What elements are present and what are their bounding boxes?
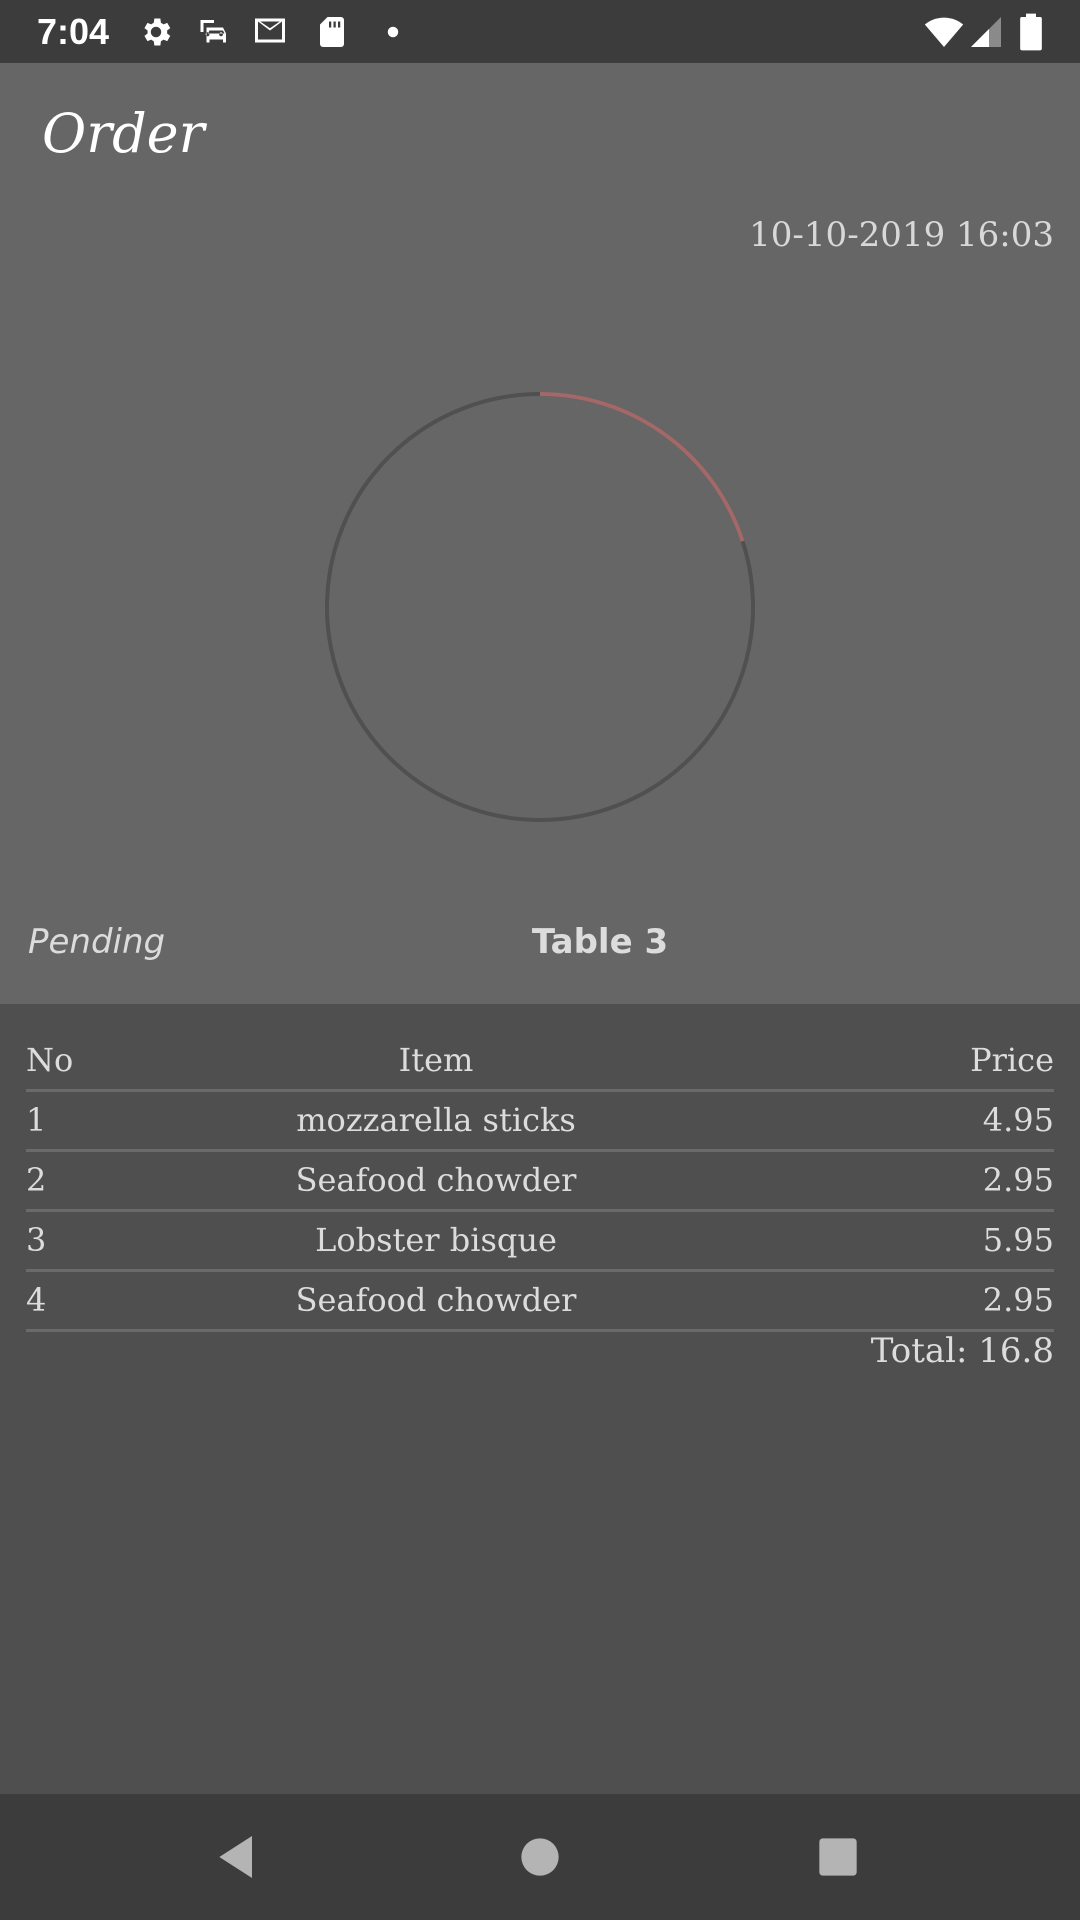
row-price: 2.95 (982, 1281, 1054, 1319)
row-price: 4.95 (982, 1101, 1054, 1139)
home-icon[interactable] (512, 1829, 568, 1885)
battery-icon (1018, 12, 1044, 52)
row-item: Seafood chowder (295, 1161, 577, 1199)
row-price: 2.95 (982, 1161, 1054, 1199)
table-row[interactable]: 4 Seafood chowder 2.95 (26, 1272, 1054, 1332)
table-number: Table 3 (531, 922, 669, 962)
row-item: Seafood chowder (295, 1281, 577, 1319)
column-header-item: Item (398, 1041, 474, 1079)
progress-ring-track (325, 392, 755, 822)
recents-icon[interactable] (810, 1829, 866, 1885)
table-row[interactable]: 3 Lobster bisque 5.95 (26, 1212, 1054, 1272)
status-time: 7:04 (37, 11, 110, 52)
signal-icon (968, 12, 1004, 52)
page-title: Order (42, 102, 205, 165)
order-datetime: 10-10-2019 16:03 (749, 215, 1054, 255)
row-item: Lobster bisque (315, 1221, 557, 1259)
mail-icon (252, 14, 288, 50)
wifi-icon (922, 12, 966, 52)
back-icon[interactable] (210, 1829, 266, 1885)
order-status: Pending (28, 922, 166, 962)
gear-icon (138, 14, 174, 50)
dot-icon (378, 14, 414, 50)
row-price: 5.95 (982, 1221, 1054, 1259)
table-header-row: No Item Price (26, 1032, 1054, 1092)
row-item: mozzarella sticks (296, 1101, 576, 1139)
progress-ring-arc (325, 392, 755, 822)
order-header: Order 10-10-2019 16:03 Pending Table 3 (0, 63, 1080, 1004)
order-table: No Item Price 1 mozzarella sticks 4.95 2… (26, 1032, 1054, 1332)
column-header-price: Price (970, 1041, 1054, 1079)
car-icon (196, 14, 232, 50)
status-bar: 7:04 (0, 0, 1080, 63)
order-total: Total: 16.8 (870, 1331, 1054, 1371)
table-row[interactable]: 2 Seafood chowder 2.95 (26, 1152, 1054, 1212)
table-row[interactable]: 1 mozzarella sticks 4.95 (26, 1092, 1054, 1152)
sd-card-icon (314, 14, 350, 50)
navigation-bar (0, 1794, 1080, 1920)
progress-ring (325, 392, 755, 822)
